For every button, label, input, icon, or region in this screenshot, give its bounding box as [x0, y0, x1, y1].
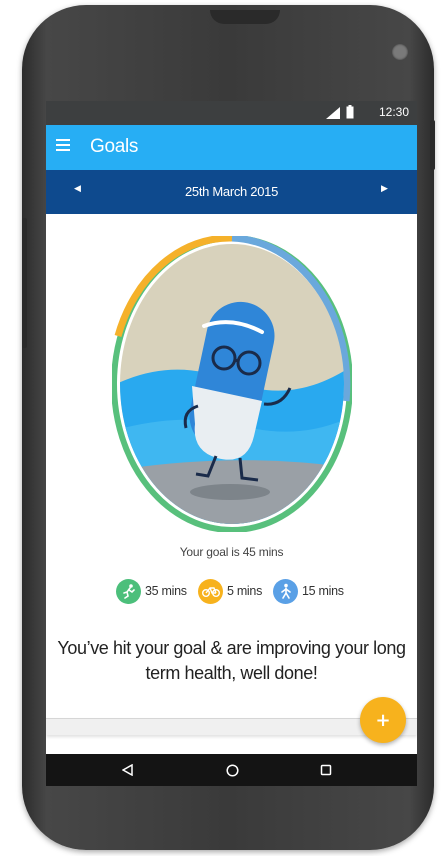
- back-icon[interactable]: [118, 760, 138, 780]
- running-icon: [116, 578, 141, 604]
- goal-summary: Your goal is 45 mins: [179, 545, 284, 559]
- bicycle-icon: [198, 578, 223, 604]
- volume-button: [430, 120, 435, 170]
- goal-progress-ring-illustration: [112, 236, 352, 532]
- power-button: [22, 218, 27, 348]
- goal-achieved-message: You’ve hit your goal & are improving you…: [57, 638, 406, 683]
- app-title: Goals: [90, 136, 139, 157]
- activity-walking-label: 15 mins: [302, 584, 344, 598]
- device-screen: 12:30 Goals ◀ 25th March 2015 ▶ Your goa…: [46, 101, 417, 786]
- activity-walking: 15 mins: [273, 578, 344, 604]
- status-bar: 12:30: [46, 101, 417, 125]
- speaker-grille: [210, 10, 280, 24]
- hamburger-menu-icon[interactable]: [56, 139, 70, 152]
- activity-cycling-label: 5 mins: [227, 584, 263, 598]
- app-bar: Goals: [46, 125, 417, 170]
- front-camera: [392, 44, 408, 60]
- home-icon[interactable]: [222, 760, 242, 780]
- walking-icon: [273, 578, 298, 604]
- status-time: 12:30: [378, 105, 409, 119]
- character-shadow: [190, 484, 270, 500]
- recents-icon[interactable]: [316, 760, 336, 780]
- system-navigation-bar: [46, 754, 417, 786]
- add-fab-button[interactable]: +: [360, 697, 406, 743]
- activity-cycling: 5 mins: [198, 578, 262, 604]
- signal-icon: [326, 107, 340, 119]
- battery-icon: [346, 105, 354, 119]
- activity-breakdown: 35 mins 5 mins 15 mins: [46, 578, 417, 604]
- chevron-right-icon[interactable]: ▶: [381, 184, 388, 194]
- date-navigator: ◀ 25th March 2015 ▶: [46, 170, 417, 214]
- activity-running: 35 mins: [116, 578, 187, 604]
- activity-running-label: 35 mins: [145, 584, 187, 598]
- date-label: 25th March 2015: [184, 184, 279, 199]
